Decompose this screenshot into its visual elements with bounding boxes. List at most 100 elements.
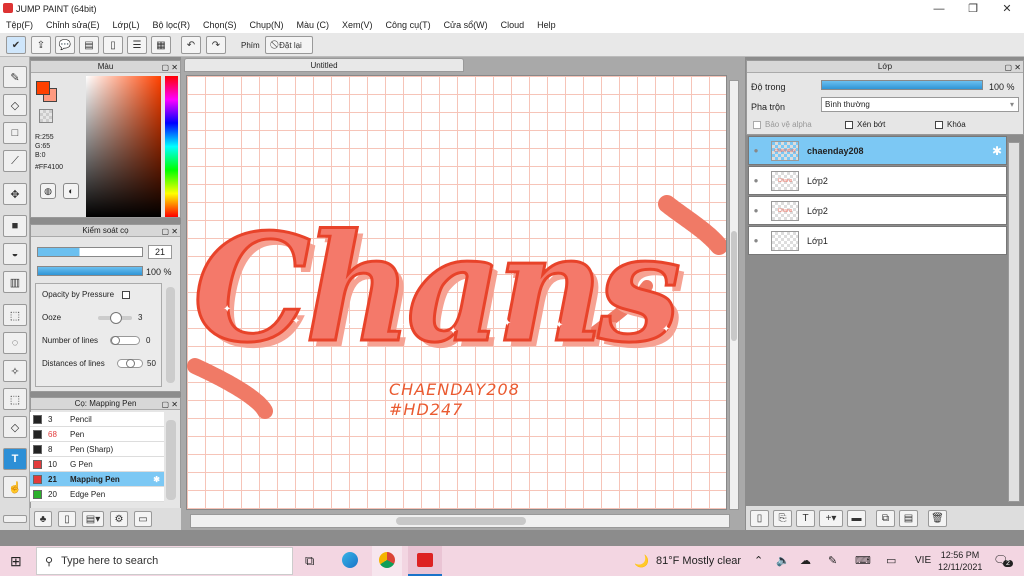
comment-icon[interactable]: 💬 (55, 36, 75, 54)
drawing-canvas[interactable]: Chans Chans ✦ ✦ ✦ ✦ ✦ ✦ ✦ ✦ CHAENDAY208 #HD247 (186, 75, 727, 510)
panel-close-icon[interactable]: ▢ ✕ (1005, 62, 1021, 74)
task-view-icon[interactable]: ⧉ (305, 553, 314, 569)
foreground-color-swatch[interactable] (36, 81, 50, 95)
ooze-slider[interactable] (98, 311, 132, 324)
panel-close-icon[interactable]: ▢ ✕ (162, 399, 178, 411)
keyboard-icon[interactable]: ⌨ (855, 554, 871, 567)
folder-icon[interactable]: ▬ (847, 509, 866, 527)
protect-alpha-option[interactable]: Bảo vệ alpha (753, 120, 812, 129)
layer-scrollbar[interactable] (1008, 142, 1020, 502)
panel-close-icon[interactable]: ▢ ✕ (162, 226, 178, 238)
menu-view[interactable]: Xem(V) (342, 20, 373, 30)
minimize-button[interactable]: — (922, 0, 956, 17)
search-box[interactable]: ⚲ Type here to search (36, 547, 293, 575)
hand-tool-icon[interactable]: ☝ (3, 476, 27, 498)
close-button[interactable]: ✕ (990, 0, 1024, 17)
lock-checkbox[interactable] (935, 120, 943, 129)
opacity-pressure-row[interactable]: Opacity by Pressure (42, 290, 167, 299)
rect-fill-tool-icon[interactable]: ■ (3, 215, 27, 237)
palette-icon[interactable]: ◍ (40, 183, 56, 199)
chrome-taskbar-button[interactable] (372, 546, 402, 576)
distance-row[interactable]: Distances of lines 50 (42, 359, 167, 368)
redo-icon[interactable]: ↷ (206, 36, 226, 54)
layer-properties-icon[interactable]: ▤ (899, 509, 918, 527)
visibility-icon[interactable]: ● (749, 206, 763, 215)
magic-wand-icon[interactable]: ✧ (3, 360, 27, 382)
pen-item[interactable]: 10 G Pen (30, 457, 164, 472)
new-layer-icon[interactable]: ▯ (750, 509, 769, 527)
display-icon[interactable]: ▭ (886, 554, 896, 567)
eraser-tool-icon[interactable]: ◇ (3, 94, 27, 116)
ooze-row[interactable]: Ooze 3 (42, 311, 167, 324)
pen-list-scrollbar[interactable] (166, 420, 176, 500)
layer-item-lop1[interactable]: ● Lớp1 (748, 226, 1007, 255)
volume-icon[interactable]: 🔈 (776, 554, 790, 567)
select-pen-icon[interactable]: ⬚ (3, 388, 27, 410)
gear-icon[interactable]: ✱ (992, 144, 1002, 158)
menu-select[interactable]: Chọn(S) (203, 20, 237, 30)
language-indicator[interactable]: VIE (915, 555, 931, 566)
select-rect-icon[interactable]: ⬚ (3, 304, 27, 326)
brush-opacity-slider[interactable] (37, 266, 143, 276)
trash-icon[interactable]: 🗑 (928, 509, 947, 527)
list-icon[interactable]: ☰ (127, 36, 147, 54)
windows-start-icon[interactable]: ⊞ (10, 553, 22, 570)
visibility-icon[interactable]: ● (749, 146, 763, 155)
pen-item[interactable]: 3 Pencil (30, 412, 164, 427)
layer-item-chaenday208[interactable]: ● chaenday chaenday208 ✱ (748, 136, 1007, 165)
pen-item[interactable]: 20 Edge Pen (30, 487, 164, 502)
menu-help[interactable]: Help (537, 20, 556, 30)
transparent-swatch[interactable] (39, 109, 53, 123)
shape-tool-icon[interactable]: □ (3, 122, 27, 144)
document-tab[interactable]: Untitled (184, 58, 464, 72)
visibility-icon[interactable]: ● (749, 176, 763, 185)
canvas-vertical-scrollbar[interactable] (729, 80, 739, 510)
tree-icon[interactable]: ♣ (34, 511, 52, 527)
export-icon[interactable]: ⇪ (31, 36, 51, 54)
gear-icon[interactable]: ✱ (153, 475, 160, 484)
pen-settings-icon[interactable]: ⚙ (110, 511, 128, 527)
menu-edit[interactable]: Chỉnh sửa(E) (46, 20, 100, 30)
lock-option[interactable]: Khóa (935, 120, 966, 129)
pen-item[interactable]: 68 Pen (30, 427, 164, 442)
text-layer-icon[interactable]: T (796, 509, 815, 527)
menu-color[interactable]: Màu (C) (297, 20, 330, 30)
clip-checkbox[interactable] (845, 120, 853, 129)
jump-paint-taskbar-button[interactable] (408, 546, 442, 576)
pen-icon[interactable]: ✎ (828, 554, 837, 567)
distance-slider[interactable] (117, 359, 143, 368)
menu-layer[interactable]: Lớp(L) (113, 20, 140, 30)
line-tool-icon[interactable]: ⟋ (3, 150, 27, 172)
blend-mode-select[interactable]: Bình thường ▾ (821, 97, 1019, 112)
document-icon[interactable]: ▯ (103, 36, 123, 54)
clock[interactable]: 12:56 PM 12/11/2021 (938, 549, 982, 573)
pen-item[interactable]: 8 Pen (Sharp) (30, 442, 164, 457)
move-tool-icon[interactable]: ✥ (3, 183, 27, 205)
reset-button[interactable]: ⃠Đặt lại (265, 36, 313, 54)
brush-panel-scrollbar[interactable] (166, 287, 175, 383)
layer-item-lop2-a[interactable]: ● Chans Lớp2 (748, 166, 1007, 195)
clip-option[interactable]: Xén bớt (845, 120, 885, 129)
opacity-pressure-checkbox[interactable] (122, 290, 131, 299)
lasso-tool-icon[interactable]: ◌ (3, 332, 27, 354)
saturation-value-picker[interactable] (86, 76, 161, 217)
pen-folder-icon[interactable]: ▭ (134, 511, 152, 527)
edge-browser-icon[interactable] (342, 552, 358, 568)
text-tool-icon[interactable]: T (3, 448, 27, 470)
hue-slider[interactable] (165, 76, 178, 217)
merge-icon[interactable]: ⧉ (876, 509, 895, 527)
menu-tools[interactable]: Công cụ(T) (386, 20, 431, 30)
menu-file[interactable]: Tệp(F) (6, 20, 33, 30)
brush-size-slider[interactable] (37, 247, 143, 257)
maximize-button[interactable]: ❐ (956, 0, 990, 17)
layer-item-lop2-b[interactable]: ● Chans Lớp2 (748, 196, 1007, 225)
brush-tool-icon[interactable]: ✎ (3, 66, 27, 88)
grid-icon[interactable]: ▦ (151, 36, 171, 54)
pen-item[interactable]: 21 Mapping Pen ✱ (30, 472, 164, 487)
color-wheel-icon[interactable]: ◐ (63, 183, 79, 199)
chevron-up-icon[interactable]: ⌃ (754, 554, 763, 567)
check-icon[interactable]: ✔ (6, 36, 26, 54)
menu-cloud[interactable]: Cloud (501, 20, 525, 30)
message-icon[interactable]: ▤ (79, 36, 99, 54)
menu-capture[interactable]: Chụp(N) (250, 20, 284, 30)
